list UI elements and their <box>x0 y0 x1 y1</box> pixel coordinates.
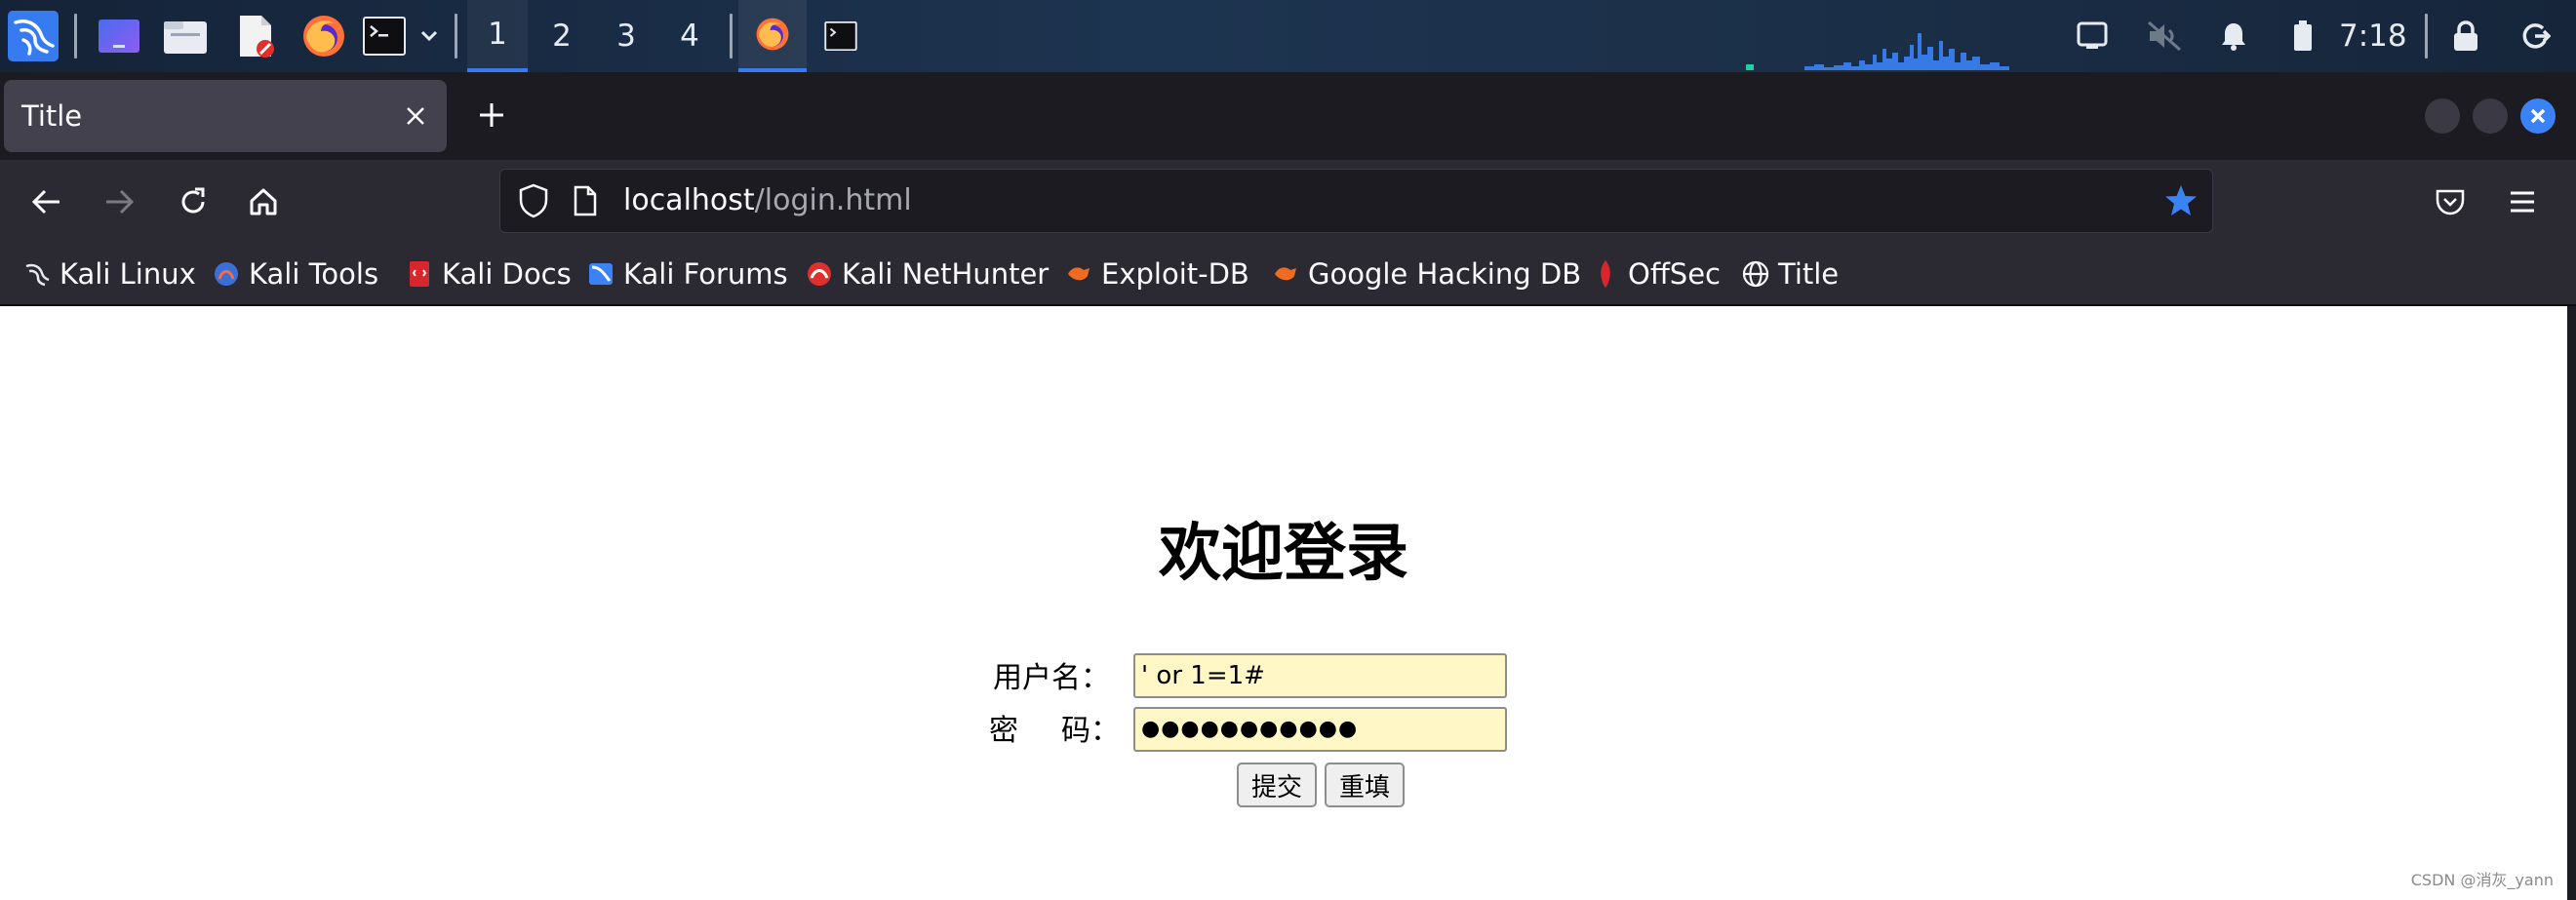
bookmark-star-icon[interactable] <box>2163 183 2199 222</box>
kali-forums-icon <box>587 260 614 288</box>
bookmark-label: Google Hacking DB <box>1308 257 1582 291</box>
close-icon <box>2530 108 2546 124</box>
bookmark-label: Kali NetHunter <box>842 257 1050 291</box>
bookmarks-toolbar: Kali Linux Kali Tools Kali Docs Kali For… <box>0 244 2576 306</box>
bookmark-kali-linux[interactable]: Kali Linux <box>23 244 196 304</box>
kali-tools-icon <box>213 260 240 288</box>
bookmark-label: Exploit-DB <box>1101 257 1249 291</box>
forward-button[interactable] <box>94 176 144 227</box>
kali-menu-icon[interactable] <box>6 0 60 72</box>
page-info-icon[interactable] <box>573 185 598 220</box>
kali-docs-icon <box>406 260 433 288</box>
forward-arrow-icon <box>106 189 135 215</box>
home-button[interactable] <box>238 176 289 227</box>
navigation-toolbar: localhost/login.html <box>0 160 2576 244</box>
shield-icon[interactable] <box>518 183 549 222</box>
maximize-window-button[interactable] <box>2473 98 2508 134</box>
terminal-icon <box>824 21 857 51</box>
lock-screen-icon[interactable] <box>2446 0 2485 72</box>
close-window-button[interactable] <box>2520 98 2556 134</box>
back-arrow-icon <box>31 189 59 215</box>
cpu-graph <box>1746 33 2009 70</box>
tab-label: Title <box>21 99 83 133</box>
system-panel: 1 2 3 4 7:18 <box>0 0 2576 72</box>
hamburger-menu-icon <box>2511 191 2534 213</box>
bookmark-kali-docs[interactable]: Kali Docs <box>406 244 572 304</box>
text-editor-icon[interactable] <box>230 0 281 72</box>
browser-tab-bar: Title <box>0 72 2576 160</box>
bookmark-label: OffSec <box>1628 257 1722 291</box>
back-button[interactable] <box>21 176 72 227</box>
url-path: /login.html <box>754 183 912 217</box>
offsec-icon <box>1592 260 1619 288</box>
workspace-1[interactable]: 1 <box>467 0 528 72</box>
google-hacking-db-icon <box>1272 260 1299 288</box>
bookmark-offsec[interactable]: OffSec <box>1592 244 1721 304</box>
bookmark-exploit-db[interactable]: Exploit-DB <box>1065 244 1249 304</box>
network-icon[interactable] <box>2072 0 2113 72</box>
kali-nethunter-icon <box>806 260 833 288</box>
workspace-4[interactable]: 4 <box>659 0 720 72</box>
tab-close-icon[interactable] <box>400 100 431 132</box>
volume-muted-icon[interactable] <box>2142 0 2187 72</box>
plus-icon <box>480 103 503 127</box>
bookmark-title[interactable]: Title <box>1742 244 1839 304</box>
minimize-window-button[interactable] <box>2425 98 2460 134</box>
firefox-icon <box>756 18 789 51</box>
bookmark-kali-tools[interactable]: Kali Tools <box>213 244 378 304</box>
kali-dragon-icon <box>23 260 51 288</box>
taskbar-firefox-window[interactable] <box>738 0 807 72</box>
exploit-db-icon <box>1065 260 1092 288</box>
battery-icon[interactable] <box>2288 0 2318 72</box>
workspace-3[interactable]: 3 <box>596 0 656 72</box>
workspace-2[interactable]: 2 <box>532 0 592 72</box>
new-tab-button[interactable] <box>466 90 517 140</box>
password-field[interactable]: ●●●●●●●●●●● <box>1133 707 1507 752</box>
bookmark-google-hacking-db[interactable]: Google Hacking DB <box>1272 244 1581 304</box>
bookmark-kali-forums[interactable]: Kali Forums <box>587 244 788 304</box>
password-label-first-char: 密 <box>989 714 1018 748</box>
globe-icon <box>1742 260 1769 288</box>
home-icon <box>250 188 277 215</box>
reset-button[interactable]: 重填 <box>1325 763 1405 807</box>
show-desktop-icon[interactable] <box>94 0 144 72</box>
url-bar[interactable]: localhost/login.html <box>499 169 2213 233</box>
bookmark-label: Title <box>1778 257 1840 291</box>
bookmark-label: Kali Docs <box>442 257 572 291</box>
tab-title-page[interactable]: Title <box>4 80 447 152</box>
reload-icon <box>181 187 205 214</box>
bookmark-label: Kali Forums <box>623 257 788 291</box>
username-field[interactable]: ' or 1=1# <box>1133 653 1507 698</box>
submit-button[interactable]: 提交 <box>1237 763 1317 807</box>
panel-clock[interactable]: 7:18 <box>2339 0 2407 72</box>
bookmark-kali-nethunter[interactable]: Kali NetHunter <box>806 244 1049 304</box>
password-label-second-char: 码： <box>1061 714 1120 748</box>
url-host: localhost <box>623 183 755 217</box>
app-menu-button[interactable] <box>2497 176 2548 227</box>
bookmark-label: Kali Linux <box>59 257 196 291</box>
page-title: 欢迎登录 <box>1159 518 1408 590</box>
terminal-launcher-icon[interactable] <box>361 0 408 72</box>
reload-button[interactable] <box>168 176 218 227</box>
bookmark-label: Kali Tools <box>249 257 379 291</box>
logout-icon[interactable] <box>2517 0 2556 72</box>
page-content: 欢迎登录 用户名： ' or 1=1# 密 码： ●●●●●●●●●●● 提交 … <box>0 306 2567 900</box>
url-text[interactable]: localhost/login.html <box>623 170 912 232</box>
pocket-button[interactable] <box>2425 176 2476 227</box>
file-manager-icon[interactable] <box>160 0 211 72</box>
pocket-icon <box>2436 189 2465 215</box>
firefox-launcher-icon[interactable] <box>297 0 351 72</box>
chevron-down-icon[interactable] <box>414 0 445 72</box>
window-edge <box>2567 306 2576 900</box>
watermark: CSDN @消灰_yann <box>2410 871 2554 889</box>
username-label: 用户名： <box>993 661 1110 695</box>
notifications-bell-icon[interactable] <box>2214 0 2253 72</box>
taskbar-terminal-window[interactable] <box>807 0 875 72</box>
